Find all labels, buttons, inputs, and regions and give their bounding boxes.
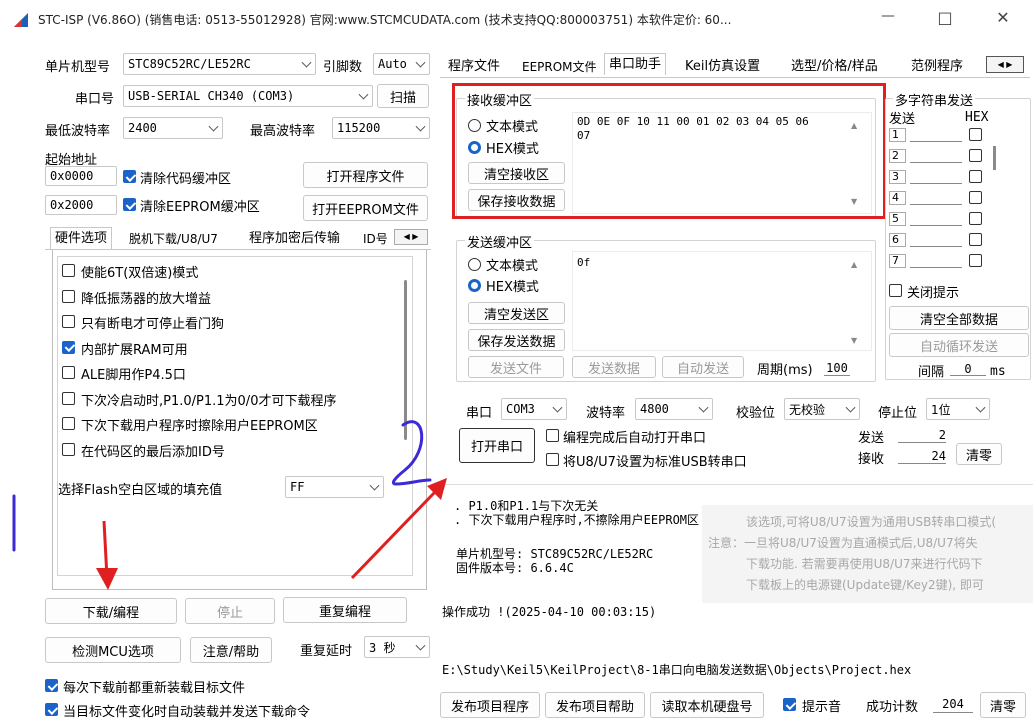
arrow-down-head <box>96 568 118 590</box>
annotation-overlay <box>12 420 447 590</box>
arrow-up-shaft <box>350 490 437 580</box>
annotation-number-2 <box>391 420 432 486</box>
